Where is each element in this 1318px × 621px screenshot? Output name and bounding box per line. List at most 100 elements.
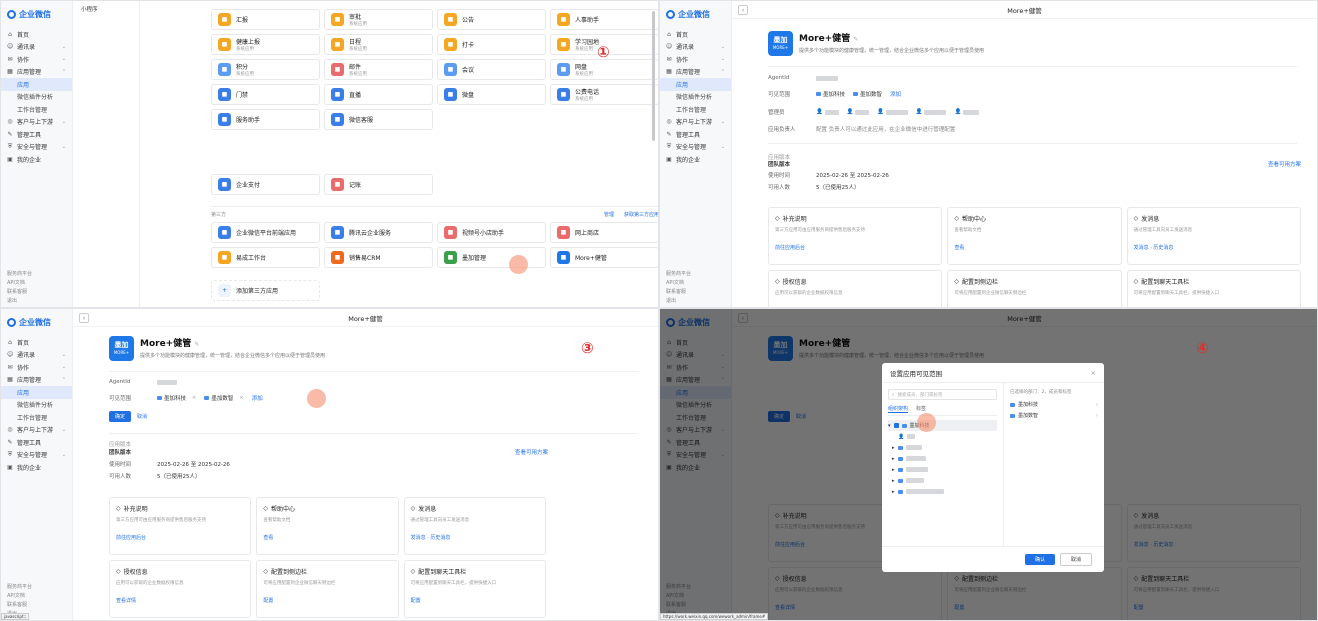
- view-plans-link[interactable]: 查看可用方案: [1268, 160, 1301, 168]
- sidebar-item-home[interactable]: ⌂ 首页: [660, 28, 731, 41]
- confirm-button[interactable]: 确认: [1024, 554, 1055, 565]
- footer-link[interactable]: API文档: [1, 591, 73, 600]
- tree-row[interactable]: ▸: [888, 442, 997, 453]
- tree-row[interactable]: ▸: [888, 486, 997, 497]
- manage-link[interactable]: 管理: [604, 211, 614, 218]
- back-icon[interactable]: ‹: [738, 5, 748, 15]
- card-link[interactable]: 前往应用后台: [775, 244, 935, 251]
- footer-link[interactable]: 联系客服: [1, 287, 73, 296]
- tab-org[interactable]: 组织架构: [888, 405, 909, 413]
- sidebar-item-apps[interactable]: 应用: [1, 386, 72, 399]
- edit-icon[interactable]: ✎: [853, 36, 858, 43]
- sidebar-item-app-management[interactable]: ▦ 应用管理 ⌃: [660, 66, 731, 79]
- app-tile[interactable]: ■ 网盘 系统应用: [550, 59, 658, 80]
- app-tile[interactable]: ■ 企业支付: [211, 174, 320, 195]
- card-link[interactable]: 前往应用后台: [116, 534, 244, 541]
- card-link[interactable]: 查看: [954, 244, 1114, 251]
- sidebar-item-tools[interactable]: ✎ 管理工具: [660, 128, 731, 141]
- tree-row[interactable]: ▸: [888, 475, 997, 486]
- footer-link[interactable]: API文档: [1, 278, 73, 287]
- sidebar-item-tools[interactable]: ✎ 管理工具: [1, 436, 72, 449]
- app-tile[interactable]: ■ 微信客服: [324, 109, 433, 130]
- sidebar-item-apps[interactable]: 应用: [1, 78, 72, 91]
- app-tile[interactable]: ■ 视频号小店助手: [437, 222, 546, 243]
- brand-logo[interactable]: 企业微信: [1, 317, 72, 336]
- app-tile[interactable]: ■ 汇报: [211, 9, 320, 30]
- app-tile[interactable]: ■ 邮件 系统应用: [324, 59, 433, 80]
- app-tile[interactable]: ■ 公告: [437, 9, 546, 30]
- card-link[interactable]: 查看详情: [116, 597, 244, 604]
- add-third-party-button[interactable]: + 添加第三方应用: [211, 280, 320, 301]
- app-tile[interactable]: ■ 微盘: [437, 84, 546, 105]
- footer-link[interactable]: 退出: [1, 296, 73, 305]
- app-tile[interactable]: ■ 公费电话 系统应用: [550, 84, 658, 105]
- search-input[interactable]: ⌕ 搜索成员、部门或标签: [888, 389, 997, 400]
- sidebar-item-analysis[interactable]: 微信插件分析: [660, 91, 731, 104]
- sidebar-item-analysis[interactable]: 微信插件分析: [1, 91, 72, 104]
- app-tile[interactable]: ■ 易成工作台: [211, 247, 320, 268]
- close-icon[interactable]: ×: [192, 395, 197, 401]
- app-tile[interactable]: ■ 墨加管理: [437, 247, 546, 268]
- app-tile[interactable]: ■ 日程 系统应用: [324, 34, 433, 55]
- chevron-right-icon[interactable]: ›: [1096, 402, 1098, 408]
- sidebar-item-home[interactable]: ⌂ 首页: [1, 336, 72, 349]
- sidebar-item-company[interactable]: ▣ 我的企业: [1, 153, 72, 166]
- cancel-button[interactable]: 取消: [131, 411, 153, 422]
- app-tile[interactable]: ■ 会议: [437, 59, 546, 80]
- cancel-button[interactable]: 取消: [1059, 553, 1092, 566]
- footer-link[interactable]: 服务商平台: [660, 269, 732, 278]
- back-icon[interactable]: ‹: [79, 313, 89, 323]
- sidebar-item-analysis[interactable]: 微信插件分析: [1, 399, 72, 412]
- sidebar-item-security[interactable]: ⛨ 安全与管理 ⌄: [1, 141, 72, 154]
- app-tile[interactable]: ■ 审批 系统应用: [324, 9, 433, 30]
- close-icon[interactable]: ×: [1091, 369, 1096, 377]
- get-apps-link[interactable]: 获取第三方应用: [624, 211, 658, 218]
- app-tile[interactable]: ■ 人事助手: [550, 9, 658, 30]
- app-tile[interactable]: ■ 直播: [324, 84, 433, 105]
- app-tile[interactable]: ■ 健康上报 系统应用: [211, 34, 320, 55]
- close-icon[interactable]: ×: [239, 395, 244, 401]
- tab-tags[interactable]: 标签: [916, 405, 926, 413]
- sidebar-item-app-management[interactable]: ▦ 应用管理 ⌃: [1, 374, 72, 387]
- app-tile[interactable]: ■ 打卡: [437, 34, 546, 55]
- app-tile[interactable]: ■ 腾讯云企业服务: [324, 222, 433, 243]
- sidebar-item-workbench[interactable]: 工作台管理: [1, 103, 72, 116]
- sidebar-item-contacts[interactable]: ☺通讯录 ⌄: [660, 41, 731, 54]
- card-link[interactable]: 查看: [263, 534, 391, 541]
- tree-row[interactable]: ▸: [888, 453, 997, 464]
- edit-visible-link[interactable]: 添加: [890, 90, 901, 98]
- app-tile[interactable]: ■ 积分 系统应用: [211, 59, 320, 80]
- sidebar-item-customers[interactable]: ◎ 客户与上下游 ⌄: [1, 424, 72, 437]
- sidebar-item-contacts[interactable]: ☺通讯录 ⌄: [1, 41, 72, 54]
- brand-logo[interactable]: 企业微信: [1, 9, 72, 28]
- sidebar-item-home[interactable]: ⌂ 首页: [1, 28, 72, 41]
- tree-row[interactable]: 👤: [888, 431, 997, 442]
- sidebar-item-collab[interactable]: ✉ 协作 ⌄: [660, 53, 731, 66]
- footer-link[interactable]: 联系客服: [1, 600, 73, 609]
- app-tile[interactable]: ■ 网上商店: [550, 222, 658, 243]
- card-link[interactable]: 发消息 · 历史消息: [411, 534, 539, 541]
- footer-link[interactable]: 服务商平台: [1, 582, 73, 591]
- tree-root-row[interactable]: ▾墨加科技: [888, 420, 997, 431]
- sidebar-item-contacts[interactable]: ☺通讯录 ⌄: [1, 349, 72, 362]
- sidebar-item-security[interactable]: ⛨ 安全与管理 ⌄: [660, 141, 731, 154]
- footer-link[interactable]: 联系客服: [660, 287, 732, 296]
- app-tile[interactable]: ■ 企业微信平台前端应用: [211, 222, 320, 243]
- view-plans-link[interactable]: 查看可用方案: [515, 448, 548, 456]
- checkbox[interactable]: [893, 423, 899, 428]
- add-visible-link[interactable]: 添加: [252, 394, 263, 402]
- sidebar-item-customers[interactable]: ◎ 客户与上下游 ⌄: [1, 116, 72, 129]
- sidebar-item-company[interactable]: ▣ 我的企业: [660, 153, 731, 166]
- card-link[interactable]: 发消息 · 历史消息: [1134, 244, 1294, 251]
- footer-link[interactable]: API文档: [660, 278, 732, 287]
- card-link[interactable]: 配置: [411, 597, 539, 604]
- sidebar-item-collab[interactable]: ✉ 协作 ⌄: [1, 361, 72, 374]
- app-tile[interactable]: ■ 销售易CRM: [324, 247, 433, 268]
- sidebar-item-collab[interactable]: ✉ 协作 ⌄: [1, 53, 72, 66]
- sidebar-item-workbench[interactable]: 工作台管理: [1, 411, 72, 424]
- sidebar-item-workbench[interactable]: 工作台管理: [660, 103, 731, 116]
- sidebar-item-apps[interactable]: 应用: [660, 78, 731, 91]
- sidebar-item-app-management[interactable]: ▦ 应用管理 ⌃: [1, 66, 72, 79]
- sidebar-item-security[interactable]: ⛨ 安全与管理 ⌄: [1, 449, 72, 462]
- confirm-button[interactable]: 确定: [109, 411, 132, 422]
